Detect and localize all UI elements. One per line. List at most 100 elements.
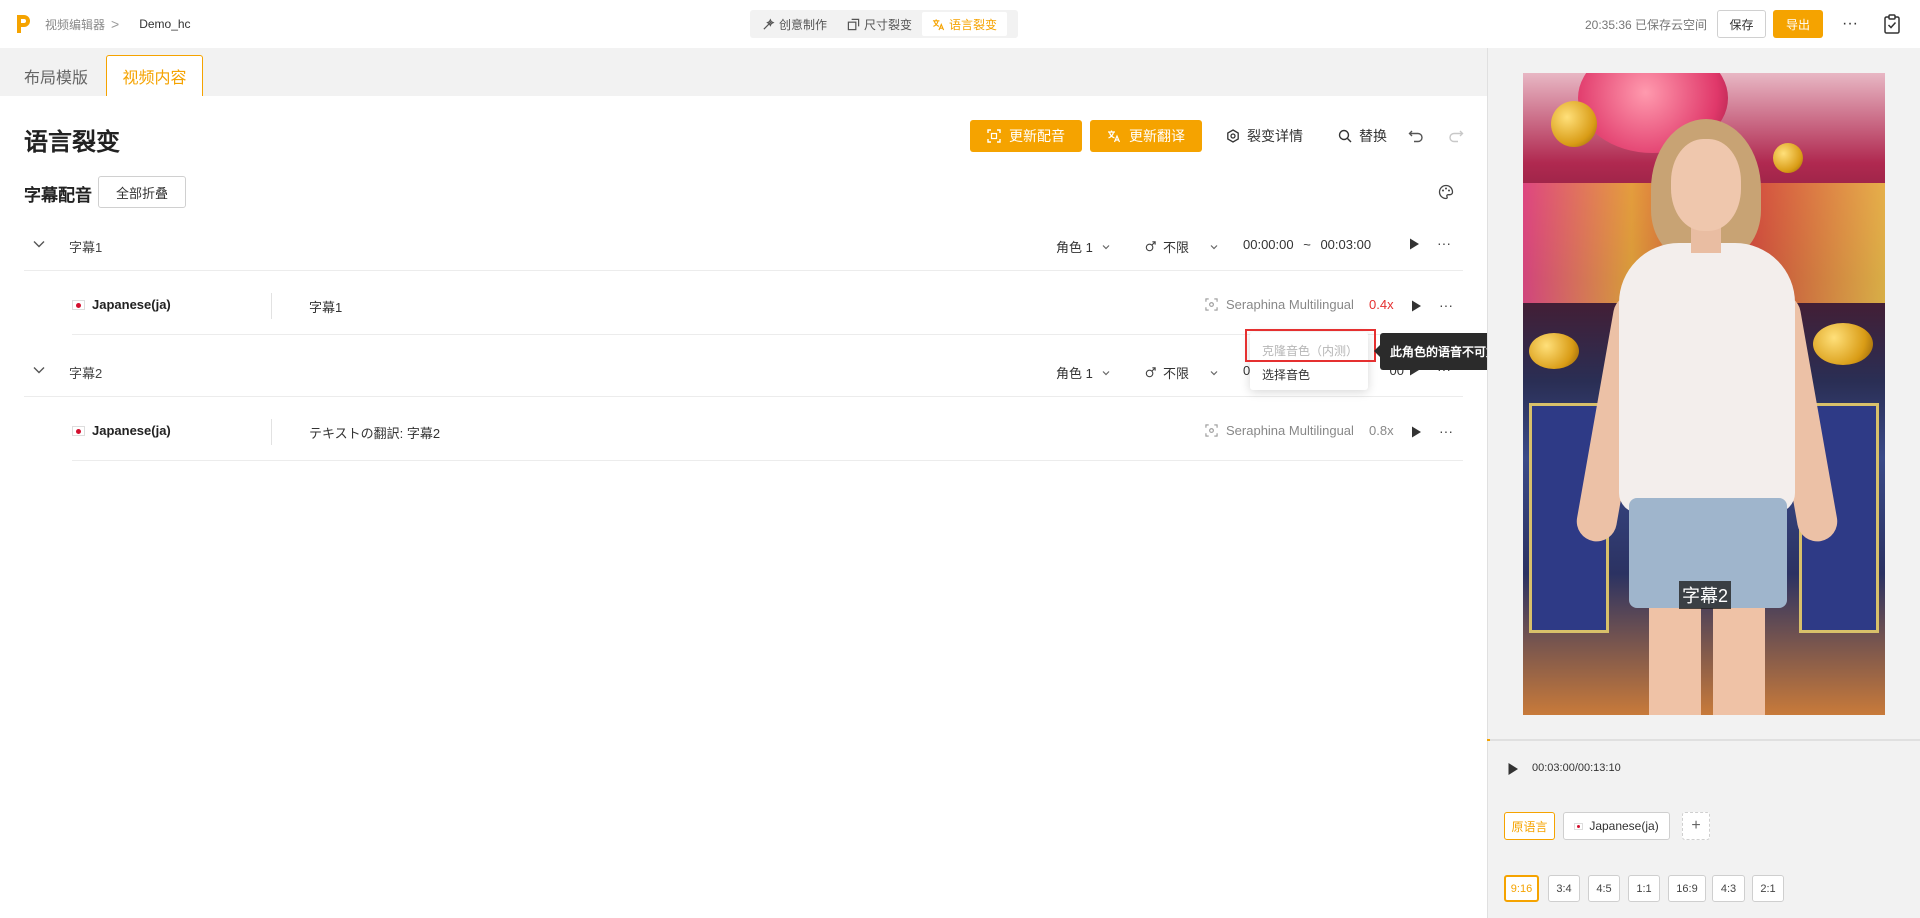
select-voice-menu-item[interactable]: 选择音色 bbox=[1262, 366, 1310, 383]
japan-flag-icon bbox=[72, 300, 85, 310]
settings-icon bbox=[1226, 129, 1240, 143]
play-icon[interactable] bbox=[1409, 299, 1423, 313]
update-translation-label: 更新翻译 bbox=[1129, 128, 1185, 144]
export-button[interactable]: 导出 bbox=[1773, 10, 1823, 38]
ratio-4-3[interactable]: 4:3 bbox=[1712, 875, 1745, 902]
voice-name: Seraphina Multilingual bbox=[1226, 297, 1354, 312]
app-logo-icon[interactable] bbox=[15, 13, 31, 35]
page-title: 语言裂变 bbox=[24, 129, 120, 156]
chevron-down-icon bbox=[1209, 242, 1219, 252]
tab-language[interactable]: 语言裂变 bbox=[922, 12, 1008, 36]
content-tabs: 布局模版 视频内容 bbox=[0, 48, 1487, 96]
gender-icon bbox=[1144, 240, 1157, 253]
resize-icon bbox=[847, 18, 860, 31]
language-name: Japanese(ja) bbox=[92, 297, 171, 312]
translate-icon bbox=[1107, 129, 1121, 143]
ratio-2-1[interactable]: 2:1 bbox=[1752, 875, 1784, 902]
tab-label: 创意制作 bbox=[779, 17, 828, 32]
divider bbox=[271, 419, 272, 445]
more-icon[interactable]: ··· bbox=[1436, 295, 1456, 315]
gender-value: 不限 bbox=[1163, 240, 1190, 255]
role-value: 角色 1 bbox=[1056, 240, 1093, 255]
redo-icon[interactable] bbox=[1448, 128, 1464, 144]
subtitle-overlay[interactable]: 字幕2 bbox=[1679, 581, 1732, 609]
role-select[interactable]: 角色 1 bbox=[1056, 237, 1111, 256]
update-dubbing-button[interactable]: 更新配音 bbox=[970, 120, 1082, 152]
update-translation-button[interactable]: 更新翻译 bbox=[1090, 120, 1202, 152]
play-icon[interactable] bbox=[1409, 425, 1423, 439]
more-icon[interactable]: ··· bbox=[1436, 421, 1456, 441]
translation-text[interactable]: 字幕1 bbox=[309, 297, 342, 316]
tab-resize[interactable]: 尺寸裂变 bbox=[837, 12, 922, 36]
translation-text[interactable]: テキストの翻訳: 字幕2 bbox=[309, 423, 440, 442]
undo-icon[interactable] bbox=[1408, 128, 1424, 144]
save-status: 20:35:36 已保存云空间 bbox=[1585, 18, 1708, 32]
tab-video-content[interactable]: 视频内容 bbox=[106, 55, 203, 96]
speed-value: 0.8x bbox=[1369, 423, 1394, 438]
start-time[interactable]: 00:00:00 bbox=[1243, 237, 1294, 252]
clipboard-check-icon[interactable] bbox=[1883, 13, 1901, 35]
scan-icon bbox=[987, 129, 1001, 143]
project-name[interactable]: Demo_hc bbox=[139, 17, 190, 31]
search-icon bbox=[1338, 129, 1352, 143]
more-icon[interactable]: ··· bbox=[1838, 14, 1862, 34]
video-person bbox=[1671, 139, 1741, 231]
replace-button[interactable]: 替换 bbox=[1338, 126, 1387, 146]
language-name: Japanese(ja) bbox=[92, 423, 171, 438]
video-coin bbox=[1813, 323, 1873, 365]
play-icon[interactable] bbox=[1507, 762, 1519, 776]
breadcrumb: 视频编辑器 > Demo_hc bbox=[45, 16, 191, 32]
language-chip-label: Japanese(ja) bbox=[1589, 819, 1659, 833]
breadcrumb-root[interactable]: 视频编辑器 bbox=[45, 16, 105, 33]
save-button[interactable]: 保存 bbox=[1717, 10, 1766, 38]
tab-layout-template[interactable]: 布局模版 bbox=[24, 64, 88, 88]
subtitle-group-header[interactable]: 字幕1 角色 1 不限 00:00:00 ~ 00:03:00 ··· bbox=[24, 219, 1463, 271]
video-preview[interactable]: 字幕2 bbox=[1523, 73, 1885, 715]
ratio-3-4[interactable]: 3:4 bbox=[1548, 875, 1580, 902]
tab-creative[interactable]: 创意制作 bbox=[752, 12, 837, 36]
more-icon[interactable]: ··· bbox=[1434, 233, 1454, 253]
voice-scan-icon bbox=[1205, 298, 1218, 311]
japan-flag-icon bbox=[72, 426, 85, 436]
voice-selector[interactable]: Seraphina Multilingual bbox=[1205, 297, 1354, 312]
collapse-all-button[interactable]: 全部折叠 bbox=[98, 176, 186, 208]
play-icon[interactable] bbox=[1407, 237, 1421, 251]
breadcrumb-separator-icon: > bbox=[111, 16, 120, 32]
gender-select[interactable]: 不限 bbox=[1144, 363, 1219, 382]
translation-row: Japanese(ja) テキストの翻訳: 字幕2 Seraphina Mult… bbox=[72, 403, 1463, 461]
speed-value: 0.4x bbox=[1369, 297, 1394, 312]
ratio-9-16[interactable]: 9:16 bbox=[1504, 875, 1539, 902]
chevron-down-icon bbox=[1209, 368, 1219, 378]
timeline-progress bbox=[1487, 739, 1490, 741]
video-person bbox=[1619, 243, 1795, 513]
update-dubbing-label: 更新配音 bbox=[1009, 128, 1065, 144]
voice-scan-icon bbox=[1205, 424, 1218, 437]
magic-icon bbox=[762, 18, 775, 31]
voice-name: Seraphina Multilingual bbox=[1226, 423, 1354, 438]
chevron-down-icon[interactable] bbox=[32, 237, 46, 251]
voice-selector[interactable]: Seraphina Multilingual bbox=[1205, 423, 1354, 438]
top-bar: 视频编辑器 > Demo_hc 创意制作 尺寸裂变 语言裂变 20:35:36 … bbox=[0, 0, 1920, 48]
add-language-button[interactable]: + bbox=[1682, 812, 1710, 840]
gender-select[interactable]: 不限 bbox=[1144, 237, 1219, 256]
translate-icon bbox=[932, 18, 945, 31]
highlight-box bbox=[1245, 329, 1376, 362]
end-time[interactable]: 00:03:00 bbox=[1320, 237, 1371, 252]
chevron-down-icon[interactable] bbox=[32, 363, 46, 377]
palette-icon[interactable] bbox=[1438, 184, 1454, 200]
chevron-down-icon bbox=[1101, 242, 1111, 252]
player-time: 00:03:00/00:13:10 bbox=[1532, 762, 1621, 774]
ratio-1-1[interactable]: 1:1 bbox=[1628, 875, 1660, 902]
timeline-track[interactable] bbox=[1487, 739, 1920, 741]
mode-switcher: 创意制作 尺寸裂变 语言裂变 bbox=[750, 10, 1018, 38]
ratio-4-5[interactable]: 4:5 bbox=[1588, 875, 1620, 902]
variant-details-button[interactable]: 裂变详情 bbox=[1226, 126, 1303, 146]
ratio-16-9[interactable]: 16:9 bbox=[1668, 875, 1706, 902]
time-range[interactable]: 00:00:00 ~ 00:03:00 bbox=[1243, 237, 1371, 252]
role-select[interactable]: 角色 1 bbox=[1056, 363, 1111, 382]
language-chip-original[interactable]: 原语言 bbox=[1504, 812, 1555, 840]
subtitle-name: 字幕2 bbox=[69, 366, 103, 381]
chevron-down-icon bbox=[1101, 368, 1111, 378]
language-chip-japanese[interactable]: Japanese(ja) bbox=[1563, 812, 1670, 840]
video-person bbox=[1713, 598, 1765, 715]
